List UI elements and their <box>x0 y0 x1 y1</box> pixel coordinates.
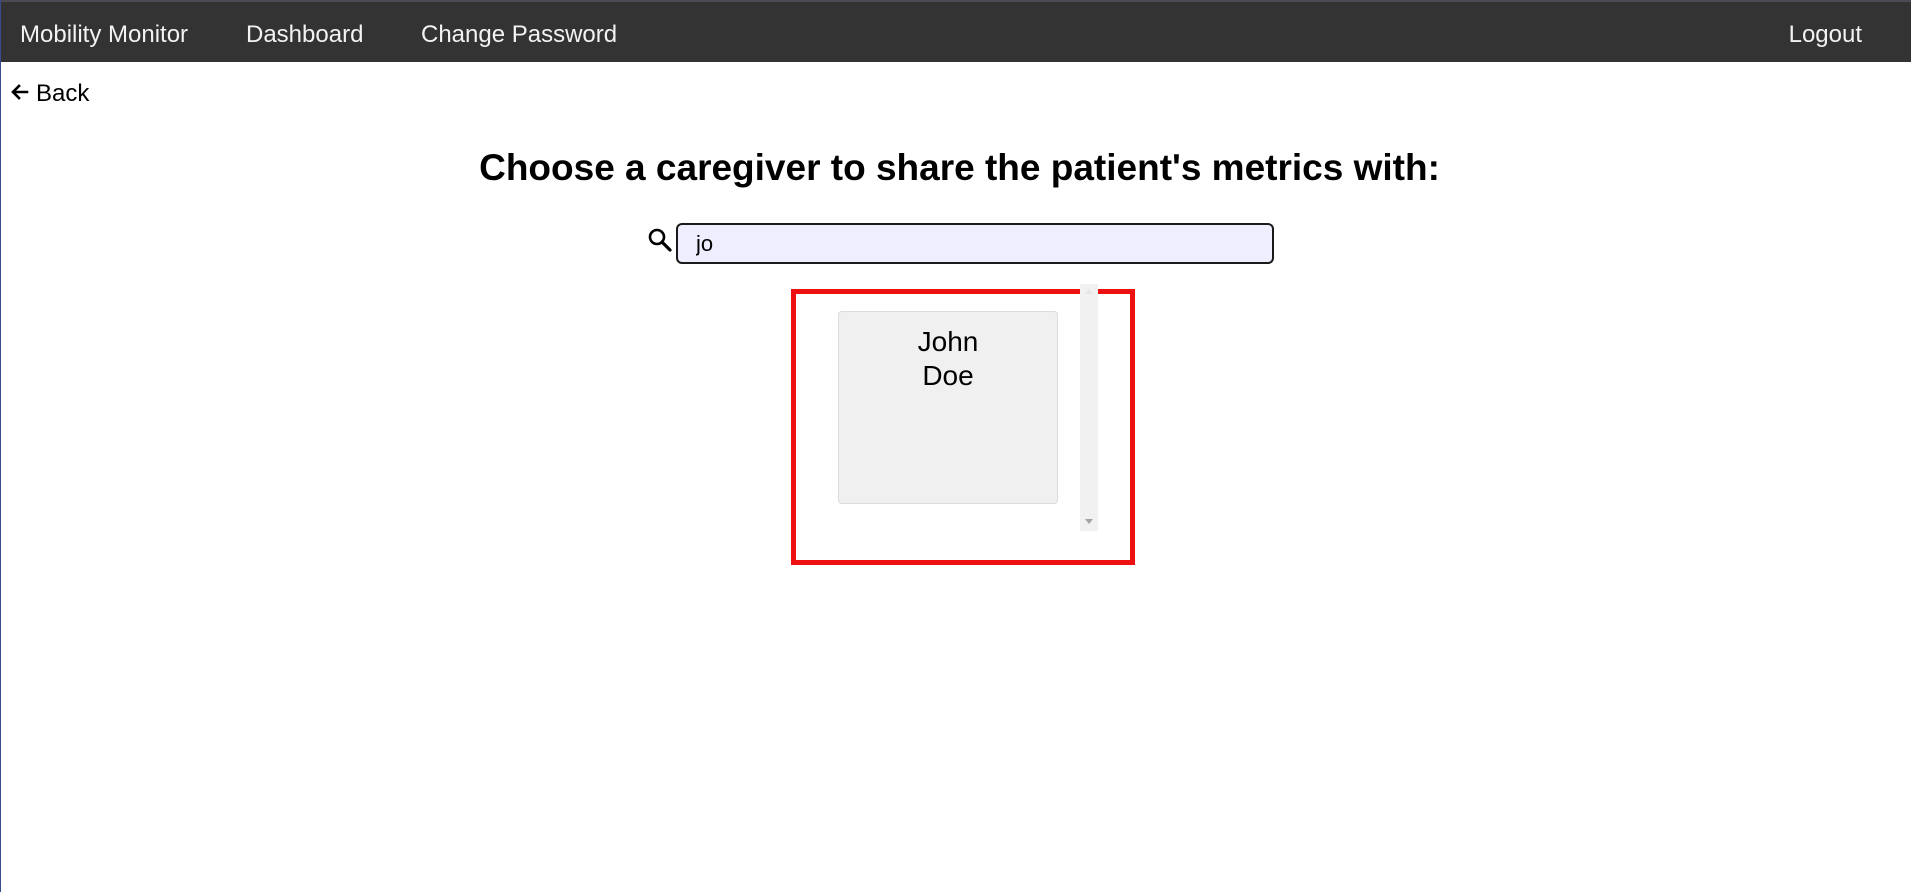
nav-change-password-link[interactable]: Change Password <box>421 2 617 64</box>
caregiver-card[interactable]: John Doe <box>838 311 1058 504</box>
top-navbar: Mobility Monitor Dashboard Change Passwo… <box>1 0 1911 62</box>
logout-link[interactable]: Logout <box>1789 2 1862 64</box>
page: Mobility Monitor Dashboard Change Passwo… <box>0 0 1911 892</box>
scroll-up-icon[interactable] <box>1085 289 1093 294</box>
search-icon <box>647 227 673 253</box>
brand-link[interactable]: Mobility Monitor <box>20 2 188 64</box>
page-title: Choose a caregiver to share the patient'… <box>479 147 1440 188</box>
caregiver-search-input[interactable] <box>676 223 1274 264</box>
results-scrollbar[interactable] <box>1080 284 1098 531</box>
back-link[interactable]: Back <box>11 78 89 110</box>
arrow-left-icon <box>11 80 29 108</box>
back-label: Back <box>36 80 90 107</box>
scroll-down-icon[interactable] <box>1085 519 1093 524</box>
caregiver-first-name: John <box>917 326 979 357</box>
caregiver-last-name: Doe <box>922 360 974 391</box>
nav-dashboard-link[interactable]: Dashboard <box>246 2 363 64</box>
